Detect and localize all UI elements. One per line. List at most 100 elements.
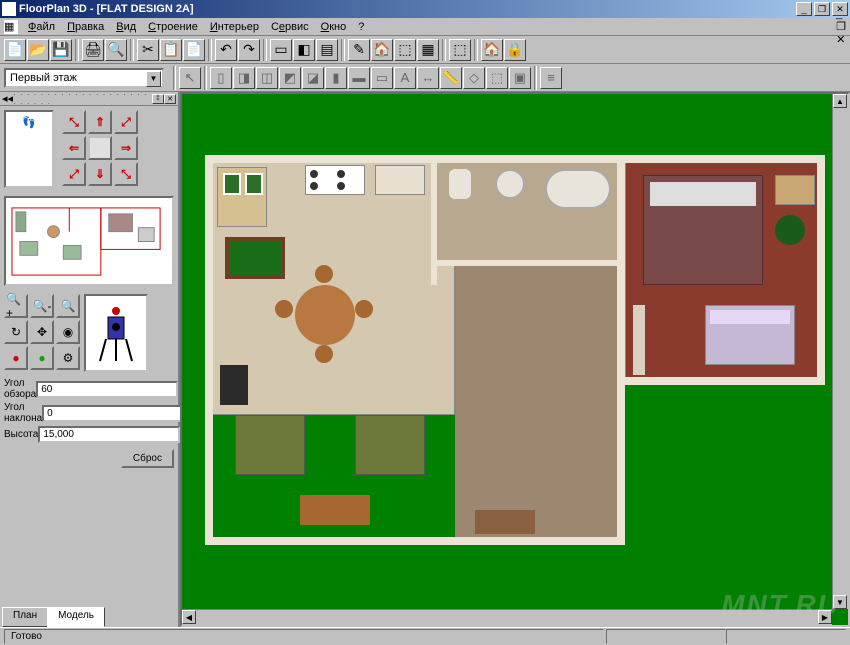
- minimap[interactable]: [4, 196, 174, 286]
- wall-tool-icon[interactable]: ▯: [210, 67, 232, 89]
- text-tool-icon[interactable]: A: [394, 67, 416, 89]
- scroll-down-icon[interactable]: ▼: [833, 595, 847, 609]
- panel-close-icon[interactable]: ✕: [164, 94, 176, 104]
- obj-tool-icon[interactable]: ▣: [509, 67, 531, 89]
- print-preview-icon[interactable]: 🔍: [105, 39, 127, 61]
- tool-d-icon[interactable]: ✎: [348, 39, 370, 61]
- menu-edit[interactable]: Правка: [61, 20, 110, 34]
- floor-select[interactable]: Первый этаж ▼: [4, 68, 164, 88]
- menu-building[interactable]: Строение: [142, 20, 204, 34]
- nav-down-icon[interactable]: ⇓: [88, 162, 112, 186]
- scroll-right-icon[interactable]: ▶: [818, 610, 832, 624]
- cut-icon[interactable]: ✂: [137, 39, 159, 61]
- shape-tool-icon[interactable]: ◇: [463, 67, 485, 89]
- camera-params: Угол обзора Угол наклона Высота: [0, 376, 178, 447]
- bed: [643, 175, 763, 285]
- orbit-icon[interactable]: ◉: [56, 320, 80, 344]
- menu-window[interactable]: Окно: [315, 20, 353, 34]
- door-tool-icon[interactable]: ◨: [233, 67, 255, 89]
- nav-up-left-icon[interactable]: ⤡: [62, 110, 86, 134]
- tool-f-icon[interactable]: ⬚: [394, 39, 416, 61]
- child-minimize-button[interactable]: _: [836, 8, 846, 20]
- settings-icon[interactable]: ⚙: [56, 346, 80, 370]
- scrollbar-horizontal[interactable]: ◀ ▶: [182, 609, 832, 625]
- nav-right-icon[interactable]: ⇒: [114, 136, 138, 160]
- chair: [315, 265, 333, 283]
- menu-interior[interactable]: Интерьер: [204, 20, 265, 34]
- sofa-bed: [705, 305, 795, 365]
- scrollbar-vertical[interactable]: ▲ ▼: [832, 94, 848, 609]
- maximize-button[interactable]: ❐: [814, 2, 830, 16]
- picture: [245, 173, 263, 195]
- child-restore-button[interactable]: ❐: [836, 20, 846, 33]
- tilt-input[interactable]: [42, 405, 184, 422]
- statusbar: Готово: [0, 627, 850, 645]
- nav-down-right-icon[interactable]: ⤡: [114, 162, 138, 186]
- window-tool-icon[interactable]: ◫: [256, 67, 278, 89]
- tool-e-icon[interactable]: 🏠: [371, 39, 393, 61]
- reset-button[interactable]: Сброс: [121, 449, 174, 468]
- fov-input[interactable]: [36, 381, 178, 398]
- measure-tool-icon[interactable]: 📏: [440, 67, 462, 89]
- tool-c-icon[interactable]: ▤: [316, 39, 338, 61]
- navigation-arrows: ⤡ ⇑ ⤢ ⇐ ⇒ ⤢ ⇓ ⤡: [62, 110, 138, 188]
- beam-tool-icon[interactable]: ▬: [348, 67, 370, 89]
- new-file-icon[interactable]: 📄: [4, 39, 26, 61]
- panel-collapse-icon[interactable]: ‡: [152, 94, 164, 104]
- zoom-out-icon[interactable]: 🔍-: [30, 294, 54, 318]
- paste-icon[interactable]: 📄: [183, 39, 205, 61]
- viewport-3d[interactable]: ▲ ▼ ◀ ▶ MNT.RU: [180, 92, 850, 627]
- render-red-icon[interactable]: ●: [4, 346, 28, 370]
- layer-tool-icon[interactable]: ≡: [540, 67, 562, 89]
- scroll-up-icon[interactable]: ▲: [833, 94, 847, 108]
- pan-icon[interactable]: ✥: [30, 320, 54, 344]
- child-close-button[interactable]: ✕: [836, 33, 846, 46]
- panel-header[interactable]: ◂◂ · · · · · · · · · · · · · · · · · · ·…: [0, 92, 178, 106]
- print-icon[interactable]: 🖨: [82, 39, 104, 61]
- dim-tool-icon[interactable]: ↔: [417, 67, 439, 89]
- nav-center-icon[interactable]: [88, 136, 112, 160]
- group-tool-icon[interactable]: ⬚: [486, 67, 508, 89]
- stairs-tool-icon[interactable]: ◩: [279, 67, 301, 89]
- menu-service[interactable]: Сервис: [265, 20, 315, 34]
- walk-tool-icon[interactable]: 👣: [4, 110, 54, 188]
- undo-icon[interactable]: ↶: [215, 39, 237, 61]
- redo-icon[interactable]: ↷: [238, 39, 260, 61]
- open-file-icon[interactable]: 📂: [27, 39, 49, 61]
- nav-up-right-icon[interactable]: ⤢: [114, 110, 138, 134]
- tab-model[interactable]: Модель: [47, 607, 105, 627]
- counter: [375, 165, 425, 195]
- grid-icon[interactable]: ▦: [417, 39, 439, 61]
- height-input[interactable]: [38, 426, 180, 443]
- tool-b-icon[interactable]: ◧: [293, 39, 315, 61]
- tilt-label: Угол наклона: [4, 402, 42, 424]
- menu-view[interactable]: Вид: [110, 20, 142, 34]
- bench: [475, 510, 535, 534]
- scroll-left-icon[interactable]: ◀: [182, 610, 196, 624]
- chair: [355, 300, 373, 318]
- menu-help[interactable]: ?: [352, 20, 370, 34]
- second-toolbar: Первый этаж ▼ ↖ ▯ ◨ ◫ ◩ ◪ ▮ ▬ ▭ A ↔ 📏 ◇ …: [0, 64, 850, 92]
- zoom-fit-icon[interactable]: 🔍: [56, 294, 80, 318]
- rotate-icon[interactable]: ↻: [4, 320, 28, 344]
- tool-g-icon[interactable]: ⬚: [449, 39, 471, 61]
- copy-icon[interactable]: 📋: [160, 39, 182, 61]
- nav-up-icon[interactable]: ⇑: [88, 110, 112, 134]
- pointer-icon[interactable]: ↖: [179, 67, 201, 89]
- home-lock-icon[interactable]: 🔒: [504, 39, 526, 61]
- home-red-icon[interactable]: 🏠: [481, 39, 503, 61]
- roof-tool-icon[interactable]: ◪: [302, 67, 324, 89]
- tool-a-icon[interactable]: ▭: [270, 39, 292, 61]
- nav-down-left-icon[interactable]: ⤢: [62, 162, 86, 186]
- dropdown-icon[interactable]: ▼: [146, 71, 161, 87]
- render-green-icon[interactable]: ●: [30, 346, 54, 370]
- minimize-button[interactable]: _: [796, 2, 812, 16]
- column-tool-icon[interactable]: ▮: [325, 67, 347, 89]
- menu-file[interactable]: Файл: [22, 20, 61, 34]
- slab-tool-icon[interactable]: ▭: [371, 67, 393, 89]
- zoom-in-icon[interactable]: 🔍+: [4, 294, 28, 318]
- tab-plan[interactable]: План: [2, 607, 48, 627]
- save-icon[interactable]: 💾: [50, 39, 72, 61]
- nav-left-icon[interactable]: ⇐: [62, 136, 86, 160]
- fov-label: Угол обзора: [4, 378, 36, 400]
